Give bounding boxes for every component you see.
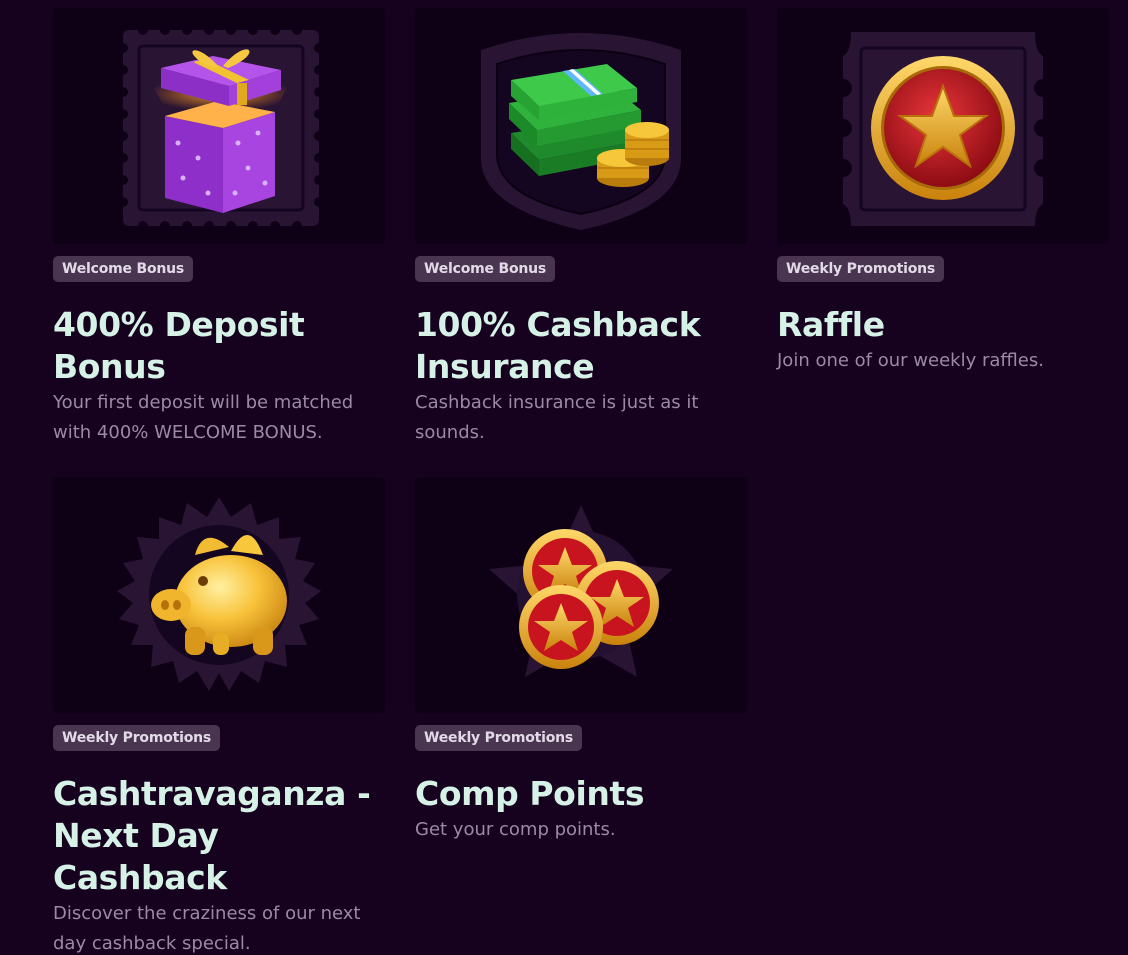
star-coins-icon — [489, 505, 673, 677]
promo-image[interactable] — [777, 8, 1109, 244]
piggy-bank-icon — [117, 497, 321, 691]
category-badge: Weekly Promotions — [415, 725, 583, 751]
category-badge: Weekly Promotions — [777, 256, 945, 282]
promo-card-comp-points[interactable]: Weekly Promotions Comp Points Get your c… — [415, 477, 747, 845]
promo-description: Cashback insurance is just as it sounds. — [415, 392, 699, 443]
promo-title[interactable]: 100% Cashback Insurance — [415, 304, 747, 388]
promotions-grid: Welcome Bonus 400% Deposit Bonus Your fi… — [0, 0, 1128, 955]
promo-image[interactable] — [53, 477, 385, 713]
promo-card-cashback-insurance[interactable]: Welcome Bonus 100% Cashback Insurance Ca… — [415, 8, 747, 448]
promo-title[interactable]: Raffle — [777, 304, 1109, 346]
promo-card-deposit-bonus[interactable]: Welcome Bonus 400% Deposit Bonus Your fi… — [53, 8, 385, 448]
cash-and-coins-icon — [481, 33, 681, 230]
promo-description: Discover the craziness of our next day c… — [53, 903, 361, 954]
promo-description: Your first deposit will be matched with … — [53, 392, 354, 443]
promo-card-raffle[interactable]: Weekly Promotions Raffle Join one of our… — [777, 8, 1109, 376]
promo-title[interactable]: Comp Points — [415, 773, 747, 815]
category-badge: Welcome Bonus — [53, 256, 194, 282]
gift-box-icon — [118, 25, 324, 231]
promo-title[interactable]: 400% Deposit Bonus — [53, 304, 385, 388]
promo-image[interactable] — [53, 8, 385, 244]
category-badge: Welcome Bonus — [415, 256, 556, 282]
promo-image[interactable] — [415, 8, 747, 244]
promo-title[interactable]: Cashtravaganza - Next Day Cashback — [53, 773, 385, 899]
promo-description: Join one of our weekly raffles. — [777, 350, 1044, 371]
category-badge: Weekly Promotions — [53, 725, 221, 751]
promo-description: Get your comp points. — [415, 819, 616, 840]
star-medal-icon — [834, 32, 1052, 226]
promo-card-cashtravaganza[interactable]: Weekly Promotions Cashtravaganza - Next … — [53, 477, 385, 955]
promo-image[interactable] — [415, 477, 747, 713]
